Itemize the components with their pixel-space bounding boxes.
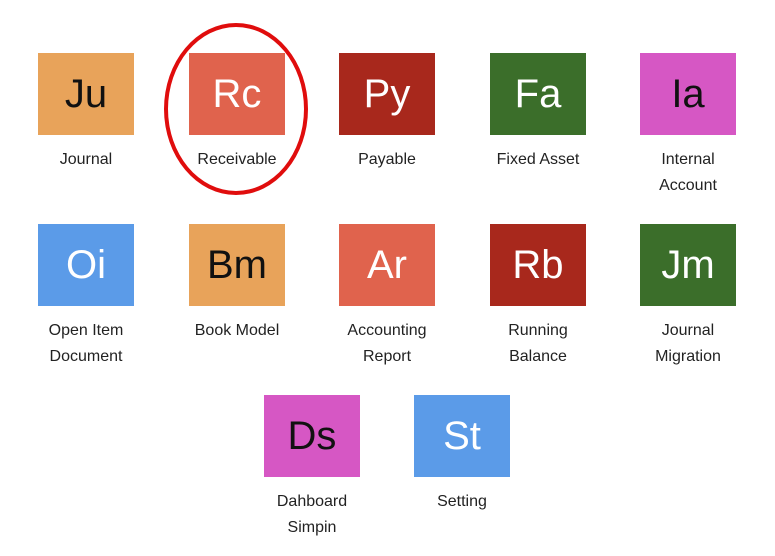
dahboard-simpin-app-icon-abbr: Ds: [287, 414, 337, 458]
internal-account-app-icon[interactable]: Ia: [640, 53, 736, 135]
journal-migration-app-icon[interactable]: Jm: [640, 224, 736, 306]
running-balance-app-icon[interactable]: Rb: [490, 224, 586, 306]
dahboard-simpin-app-label[interactable]: Dahboard Simpin: [262, 489, 362, 541]
app-tile-journal-migration[interactable]: Jm Journal Migration: [638, 224, 738, 370]
receivable-app-label[interactable]: Receivable: [187, 147, 287, 173]
payable-app-icon[interactable]: Py: [339, 53, 435, 135]
book-model-app-icon[interactable]: Bm: [189, 224, 285, 306]
journal-app-label[interactable]: Journal: [36, 147, 136, 173]
app-tile-fixed-asset[interactable]: Fa Fixed Asset: [488, 53, 588, 173]
app-tile-receivable[interactable]: Rc Receivable: [187, 53, 287, 173]
receivable-app-icon-abbr: Rc: [212, 72, 262, 116]
app-tile-journal[interactable]: Ju Journal: [36, 53, 136, 173]
fixed-asset-app-label[interactable]: Fixed Asset: [488, 147, 588, 173]
fixed-asset-app-icon-abbr: Fa: [514, 72, 562, 116]
accounting-report-app-icon[interactable]: Ar: [339, 224, 435, 306]
book-model-app-label[interactable]: Book Model: [187, 318, 287, 344]
app-tile-internal-account[interactable]: Ia Internal Account: [638, 53, 738, 199]
app-tile-accounting-report[interactable]: Ar Accounting Report: [337, 224, 437, 370]
open-item-document-app-label[interactable]: Open Item Document: [36, 318, 136, 370]
journal-app-icon-abbr: Ju: [64, 72, 108, 116]
app-tile-open-item-document[interactable]: Oi Open Item Document: [36, 224, 136, 370]
payable-app-icon-abbr: Py: [363, 72, 411, 116]
payable-app-label[interactable]: Payable: [337, 147, 437, 173]
receivable-app-icon[interactable]: Rc: [189, 53, 285, 135]
dahboard-simpin-app-icon[interactable]: Ds: [264, 395, 360, 477]
app-tile-setting[interactable]: St Setting: [412, 395, 512, 515]
app-tile-book-model[interactable]: Bm Book Model: [187, 224, 287, 344]
book-model-app-icon-abbr: Bm: [207, 243, 267, 287]
open-item-document-app-icon-abbr: Oi: [66, 243, 106, 287]
setting-app-label[interactable]: Setting: [412, 489, 512, 515]
app-tile-running-balance[interactable]: Rb Running Balance: [488, 224, 588, 370]
setting-app-icon-abbr: St: [443, 414, 481, 458]
setting-app-icon[interactable]: St: [414, 395, 510, 477]
internal-account-app-label[interactable]: Internal Account: [638, 147, 738, 199]
accounting-report-app-label[interactable]: Accounting Report: [337, 318, 437, 370]
app-tile-payable[interactable]: Py Payable: [337, 53, 437, 173]
internal-account-app-icon-abbr: Ia: [671, 72, 705, 116]
accounting-report-app-icon-abbr: Ar: [367, 243, 407, 287]
running-balance-app-label[interactable]: Running Balance: [488, 318, 588, 370]
running-balance-app-icon-abbr: Rb: [512, 243, 564, 287]
open-item-document-app-icon[interactable]: Oi: [38, 224, 134, 306]
app-tile-dahboard-simpin[interactable]: Ds Dahboard Simpin: [262, 395, 362, 541]
journal-app-icon[interactable]: Ju: [38, 53, 134, 135]
fixed-asset-app-icon[interactable]: Fa: [490, 53, 586, 135]
journal-migration-app-label[interactable]: Journal Migration: [638, 318, 738, 370]
journal-migration-app-icon-abbr: Jm: [661, 243, 715, 287]
